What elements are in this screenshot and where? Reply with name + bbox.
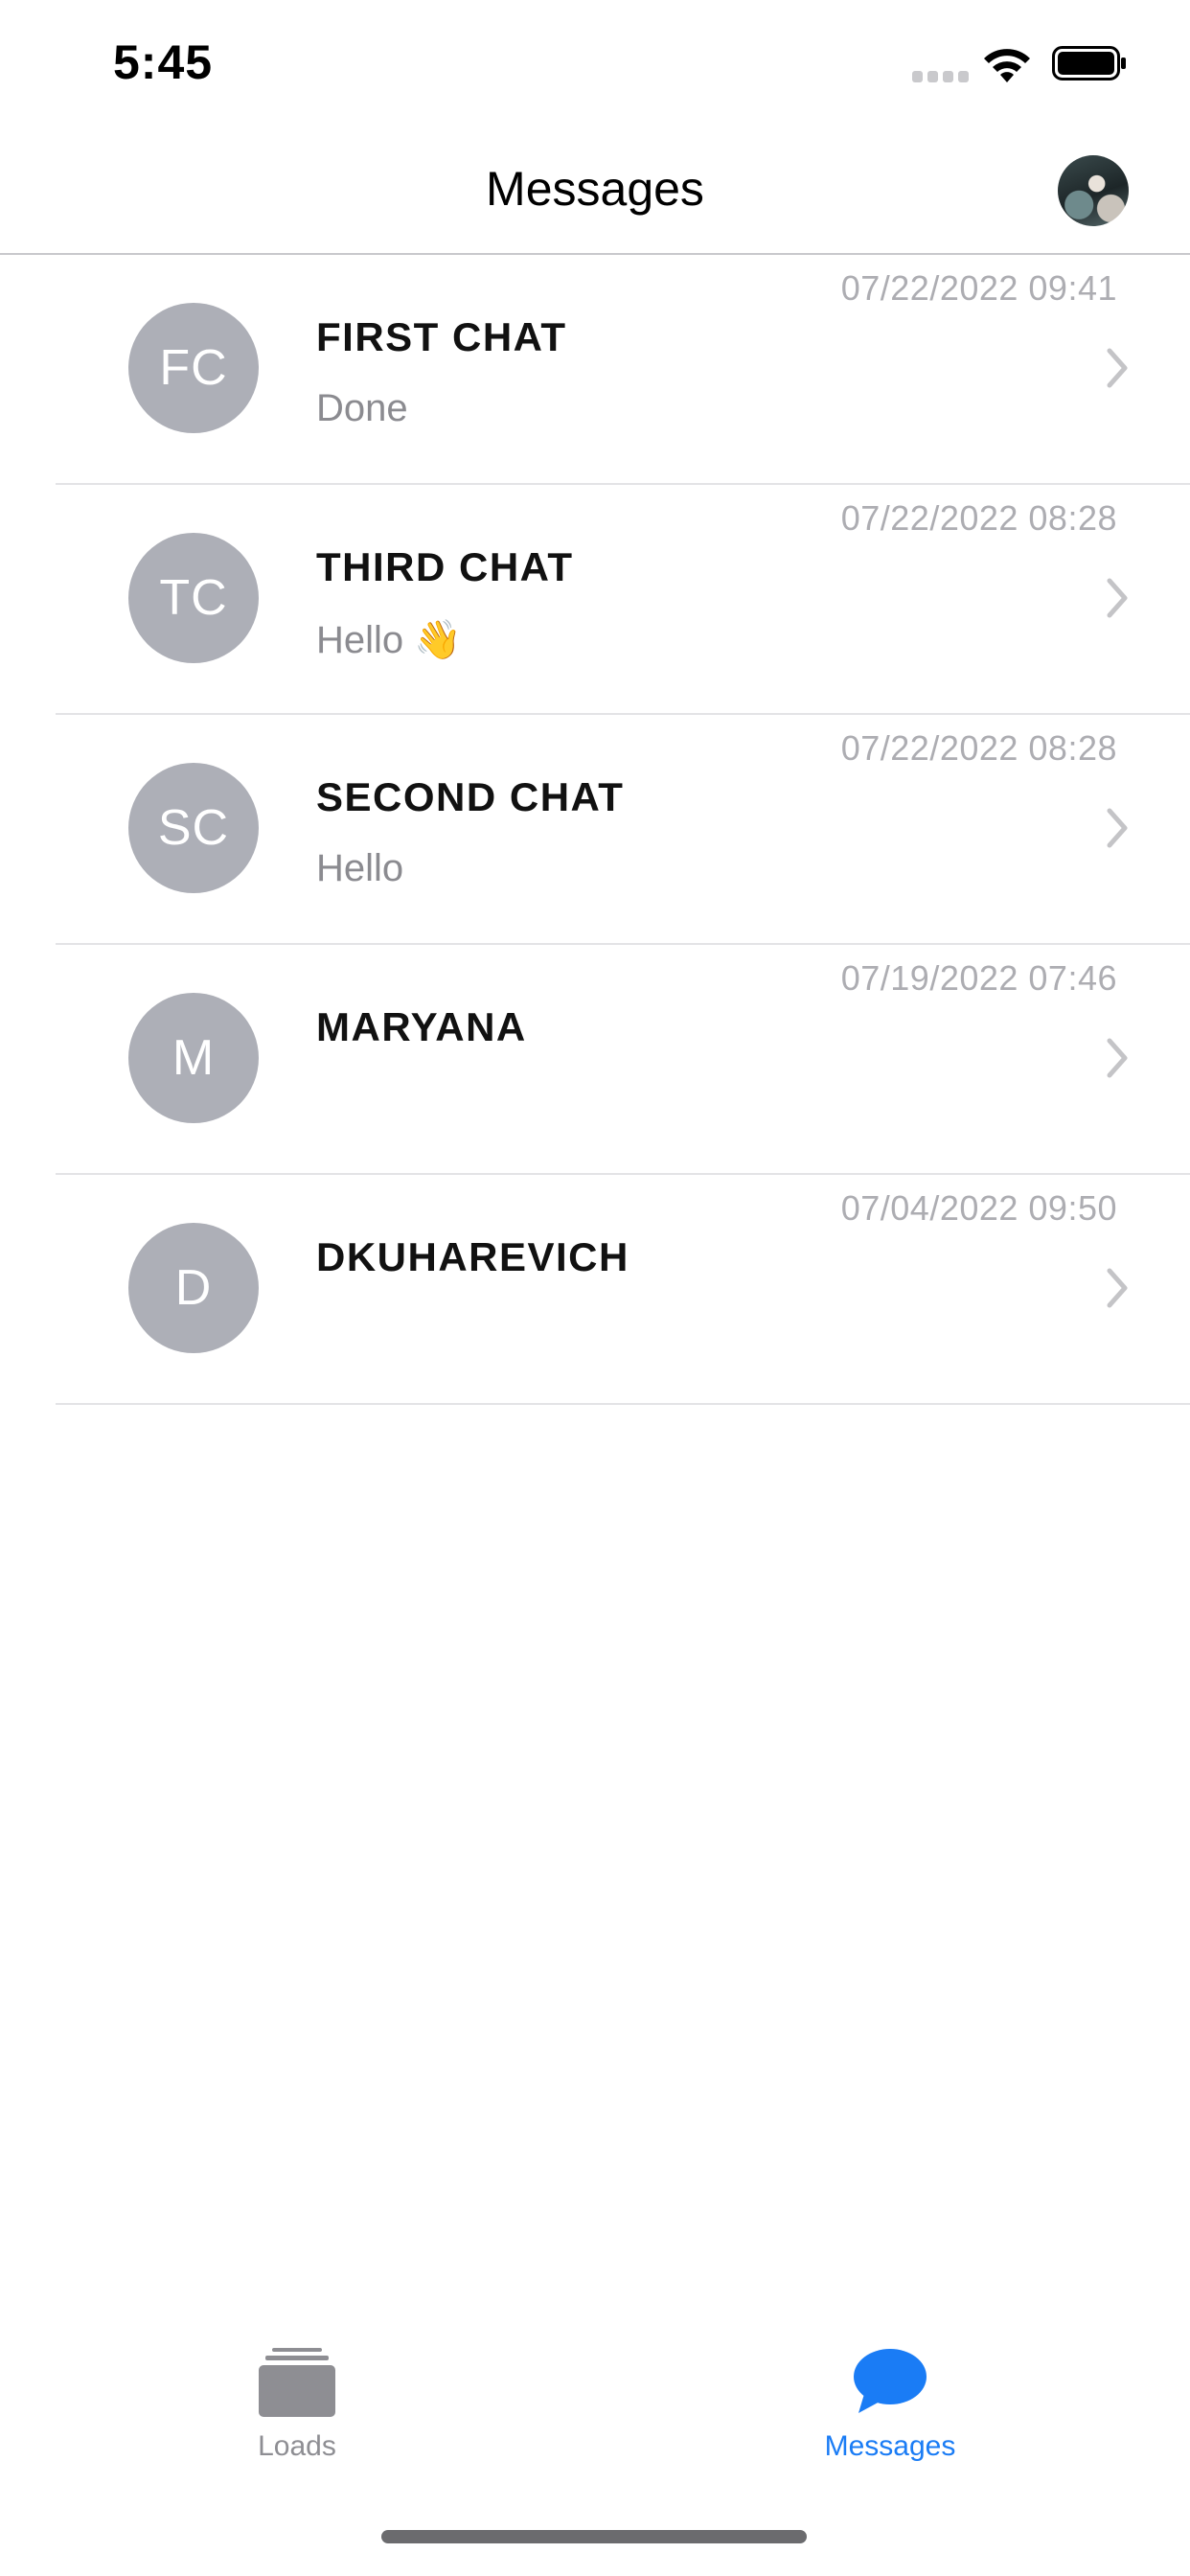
chat-avatar: D [128,1223,259,1353]
chat-timestamp: 07/04/2022 09:50 [840,1188,1117,1228]
chat-name: MARYANA [316,1004,527,1049]
stacked-cards-icon [259,2348,335,2417]
profile-avatar[interactable] [1058,155,1129,226]
chat-avatar: SC [128,763,259,893]
tab-loads[interactable]: Loads [153,2319,441,2472]
chat-preview: Done [316,387,408,429]
messages-screen: 5:45 Messages FC FIRST CHAT Done 07/22/2… [0,0,1190,2576]
chevron-right-icon [1107,1038,1128,1078]
chat-row-first-chat[interactable]: FC FIRST CHAT Done 07/22/2022 09:41 [0,255,1190,485]
status-bar: 5:45 [0,0,1190,134]
battery-icon [1052,46,1126,80]
chevron-right-icon [1107,578,1128,618]
chat-timestamp: 07/22/2022 08:28 [840,728,1117,768]
navigation-bar: Messages [0,134,1190,255]
wifi-icon [984,49,1030,82]
chat-row-second-chat[interactable]: SC SECOND CHAT Hello 07/22/2022 08:28 [0,715,1190,945]
status-time: 5:45 [113,35,214,89]
tab-label: Loads [258,2430,336,2462]
chevron-right-icon [1107,808,1128,848]
chat-row-maryana[interactable]: M MARYANA 07/19/2022 07:46 [0,945,1190,1175]
chat-name: FIRST CHAT [316,314,567,359]
tab-label: Messages [824,2430,956,2462]
chat-list: FC FIRST CHAT Done 07/22/2022 09:41 TC T… [0,255,1190,1405]
chat-timestamp: 07/22/2022 09:41 [840,268,1117,308]
chevron-right-icon [1107,348,1128,388]
chat-name: DKUHAREVICH [316,1234,629,1279]
chevron-right-icon [1107,1268,1128,1308]
chat-preview: Hello [316,847,404,889]
tab-bar: Loads Messages [0,2319,1190,2472]
page-title: Messages [486,162,704,216]
chat-bubble-icon [854,2349,927,2413]
home-indicator [381,2530,807,2543]
chat-avatar: FC [128,303,259,433]
chat-timestamp: 07/22/2022 08:28 [840,498,1117,538]
chat-name: SECOND CHAT [316,774,625,819]
cellular-signal-icon [912,71,970,82]
chat-row-dkuharevich[interactable]: D DKUHAREVICH 07/04/2022 09:50 [0,1175,1190,1405]
chat-preview: Hello 👋 [316,619,463,661]
tab-messages[interactable]: Messages [746,2319,1034,2472]
chat-name: THIRD CHAT [316,544,574,589]
chat-avatar: TC [128,533,259,663]
chat-timestamp: 07/19/2022 07:46 [840,958,1117,998]
chat-row-third-chat[interactable]: TC THIRD CHAT Hello 👋 07/22/2022 08:28 [0,485,1190,715]
chat-avatar: M [128,993,259,1123]
